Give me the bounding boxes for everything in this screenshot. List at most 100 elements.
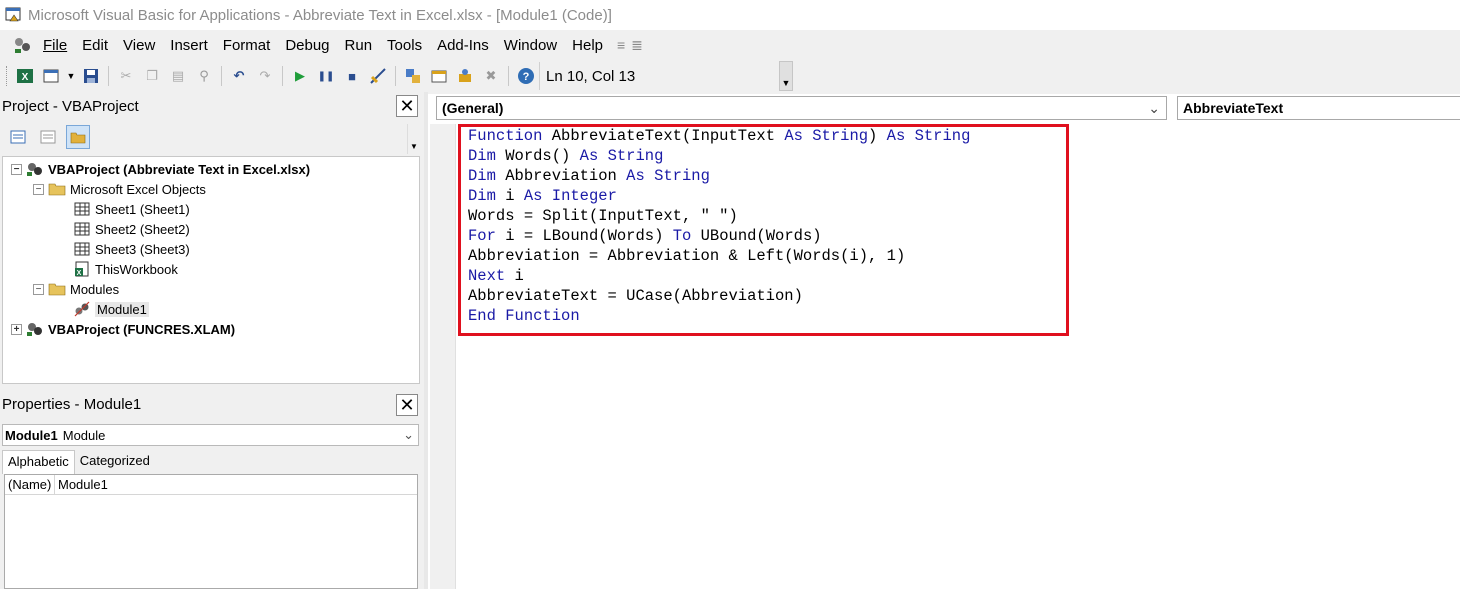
chevron-down-icon[interactable]: ⌄ [1148,100,1160,117]
menu-file[interactable]: File [36,37,75,54]
menu-help[interactable]: Help [565,37,611,54]
project-pane-title: Project - VBAProject [2,92,394,120]
properties-grid: (Name) Module1 [4,474,418,589]
project-explorer-icon[interactable] [402,65,424,87]
svg-text:?: ? [523,71,530,83]
tree-item-modules[interactable]: − Modules [33,279,119,299]
tree-item-label: VBAProject (Abbreviate Text in Excel.xls… [48,161,311,177]
tree-item-thisworkbook[interactable]: X ThisWorkbook [73,259,178,279]
tree-item-sheet2[interactable]: Sheet2 (Sheet2) [73,219,190,239]
project-pane-toolbar [0,120,420,154]
menu-debug[interactable]: Debug [278,37,337,54]
sheet-icon [73,201,91,217]
break-icon[interactable]: ❚❚ [315,65,337,87]
cursor-position: Ln 10, Col 13 [539,62,779,90]
project-pane-close-icon[interactable]: ✕ [396,95,418,117]
object-combo[interactable]: (General) ⌄ [436,96,1167,120]
dropdown-arrow-icon[interactable]: ▼ [66,65,76,87]
toolbox-icon[interactable]: ✖ [480,65,502,87]
property-row[interactable]: (Name) Module1 [5,475,417,495]
undo-icon[interactable]: ↶ [228,65,250,87]
menu-format[interactable]: Format [216,37,279,54]
collapse-toggle-icon[interactable]: − [33,283,44,295]
copy-icon[interactable]: ❐ [141,65,163,87]
tree-item-sheet1[interactable]: Sheet1 (Sheet1) [73,199,190,219]
tree-item-vbaproject-funcres[interactable]: + VBAProject (FUNCRES.XLAM) [11,319,235,339]
tree-item-label: ThisWorkbook [95,261,178,277]
object-name: Module1 [5,427,58,443]
outdent-icon[interactable]: ≣ [631,37,643,54]
highlight-rectangle [458,124,1069,336]
menu-add-ins[interactable]: Add-Ins [430,37,497,54]
property-key: (Name) [5,475,55,494]
project-pane-toolbar-scroll[interactable]: ▼ [407,124,420,154]
tree-item-label: Sheet1 (Sheet1) [95,201,190,217]
menu-tools[interactable]: Tools [380,37,430,54]
menu-edit[interactable]: Edit [75,37,116,54]
design-mode-icon[interactable] [367,65,389,87]
vba-project-icon [26,161,44,177]
title-bar: Microsoft Visual Basic for Applications … [0,0,1460,30]
redo-icon[interactable]: ↷ [254,65,276,87]
workbook-icon: X [73,261,91,277]
tab-categorized[interactable]: Categorized [75,450,155,474]
reset-icon[interactable]: ■ [341,65,363,87]
properties-pane-title: Properties - Module1 [2,390,394,418]
save-icon[interactable] [80,65,102,87]
view-code-icon[interactable] [6,125,30,149]
cut-icon[interactable]: ✂ [115,65,137,87]
tab-alphabetic[interactable]: Alphabetic [2,450,75,474]
collapse-toggle-icon[interactable]: − [11,163,22,175]
view-excel-icon[interactable]: X [14,65,36,87]
vba-project-icon [26,321,44,337]
tree-item-label: Sheet2 (Sheet2) [95,221,190,237]
menu-bar: File Edit View Insert Format Debug Run T… [0,30,1460,60]
object-combo-value: (General) [442,100,504,116]
project-tree: − VBAProject (Abbreviate Text in Excel.x… [2,156,420,384]
find-icon[interactable]: ⚲ [193,65,215,87]
properties-object-select[interactable]: Module1 Module ⌄ [2,424,419,446]
menu-window[interactable]: Window [497,37,565,54]
toolbar-grip[interactable] [6,66,9,86]
menu-run[interactable]: Run [338,37,381,54]
tree-item-sheet3[interactable]: Sheet3 (Sheet3) [73,239,190,259]
standard-toolbar: X ▼ ✂ ❐ ▤ ⚲ ↶ ↷ ▶ ❚❚ ■ ✖ ? Ln 10, Col 13… [0,60,820,92]
tree-item-excel-objects[interactable]: − Microsoft Excel Objects [33,179,206,199]
properties-pane-close-icon[interactable]: ✕ [396,394,418,416]
paste-icon[interactable]: ▤ [167,65,189,87]
tree-item-vbaproject-abbreviate[interactable]: − VBAProject (Abbreviate Text in Excel.x… [11,159,310,179]
object-type: Module [62,427,106,443]
properties-tabs: Alphabetic Categorized [2,450,155,474]
sheet-icon [73,241,91,257]
tree-item-label: Microsoft Excel Objects [70,181,206,197]
excel-vba-menu-icon[interactable] [10,34,36,56]
help-icon[interactable]: ? [515,65,537,87]
property-value[interactable]: Module1 [55,475,108,494]
object-browser-icon[interactable] [454,65,476,87]
code-margin-indicator-bar[interactable] [430,124,456,589]
procedure-combo[interactable]: AbbreviateText [1177,96,1460,120]
menu-insert[interactable]: Insert [163,37,216,54]
menu-view[interactable]: View [116,37,163,54]
run-icon[interactable]: ▶ [289,65,311,87]
chevron-down-icon[interactable]: ⌄ [403,427,414,443]
vba-app-icon [3,4,25,26]
toolbar-separator [508,66,509,86]
sheet-icon [73,221,91,237]
module-icon [73,301,91,317]
svg-text:X: X [22,72,29,83]
view-object-icon[interactable] [36,125,60,149]
expand-toggle-icon[interactable]: + [11,323,22,335]
svg-text:X: X [77,270,82,277]
folder-icon [48,181,66,197]
toggle-folders-icon[interactable] [66,125,90,149]
collapse-toggle-icon[interactable]: − [33,183,44,195]
folder-icon [48,281,66,297]
toolbar-separator [282,66,283,86]
insert-userform-icon[interactable] [40,65,62,87]
tree-item-label: Sheet3 (Sheet3) [95,241,190,257]
toolbar-overflow-icon[interactable]: ▼ [779,61,793,91]
indent-icon[interactable]: ≡ [617,37,625,53]
properties-window-icon[interactable] [428,65,450,87]
tree-item-module1[interactable]: Module1 [73,299,149,319]
